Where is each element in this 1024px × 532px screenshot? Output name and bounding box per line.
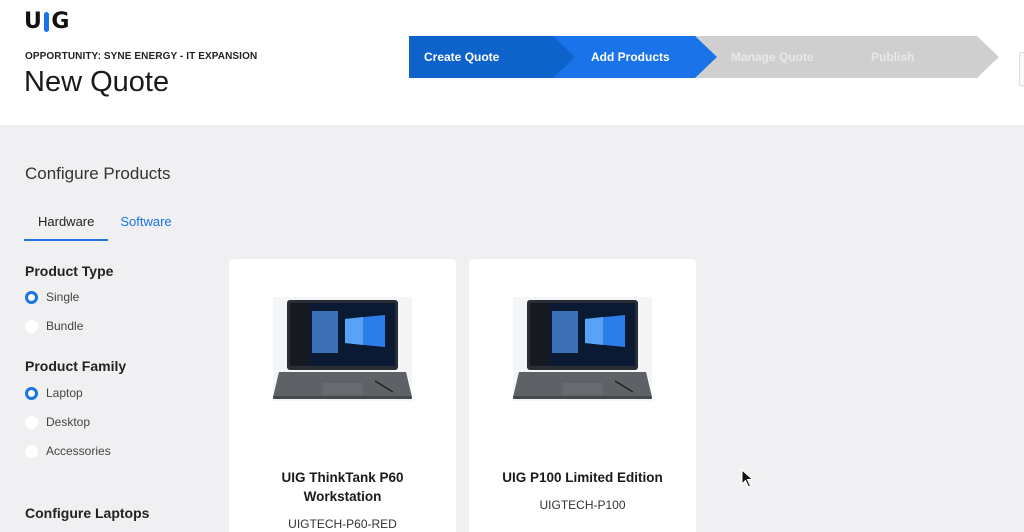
radio-selected-icon[interactable]: [25, 290, 38, 304]
product-category-tabs: Hardware Software: [24, 212, 186, 241]
laptop-image: [513, 297, 652, 401]
radio-single[interactable]: Single: [25, 290, 79, 304]
step-publish[interactable]: Publish: [871, 36, 914, 78]
radio-label: Single: [46, 290, 80, 304]
step-manage-quote[interactable]: Manage Quote: [731, 36, 814, 78]
step-add-products[interactable]: Add Products: [591, 36, 670, 78]
product-name-line1: UIG ThinkTank P60: [281, 470, 404, 485]
mouse-cursor-icon: [741, 469, 754, 488]
tab-hardware[interactable]: Hardware: [24, 212, 109, 241]
configure-laptops-title: Configure Laptops: [25, 505, 150, 521]
product-name-line1: UIG P100 Limited Edition: [502, 470, 663, 485]
product-family-title: Product Family: [25, 358, 127, 374]
opportunity-label: OPPORTUNITY: SYNE ENERGY - IT EXPANSION: [25, 51, 258, 62]
radio-label: Bundle: [46, 319, 84, 333]
radio-accessories[interactable]: Accessories: [25, 444, 111, 458]
page-title: New Quote: [24, 66, 170, 98]
product-name-line2: Workstation: [303, 489, 382, 504]
product-card[interactable]: UIG P100 Limited Edition UIGTECH-P100: [469, 259, 696, 532]
logo-bar: [44, 11, 50, 32]
radio-unselected-icon[interactable]: [25, 444, 38, 458]
radio-unselected-icon[interactable]: [25, 319, 38, 333]
logo-letter-g: G: [51, 9, 70, 34]
product-name: UIG ThinkTank P60 Workstation: [239, 468, 446, 506]
radio-bundle[interactable]: Bundle: [25, 319, 83, 333]
progress-stepper: Create Quote Add Products Manage Quote P…: [409, 36, 999, 78]
tab-software[interactable]: Software: [108, 212, 185, 241]
configure-products-title: Configure Products: [25, 164, 171, 183]
uig-logo[interactable]: U G: [24, 9, 70, 34]
page-header: U G OPPORTUNITY: SYNE ENERGY - IT EXPANS…: [0, 0, 1024, 125]
radio-selected-icon[interactable]: [25, 386, 38, 400]
product-name: UIG P100 Limited Edition: [479, 468, 686, 487]
radio-label: Laptop: [46, 386, 83, 400]
radio-laptop[interactable]: Laptop: [25, 386, 83, 400]
product-type-title: Product Type: [25, 263, 114, 279]
radio-label: Desktop: [46, 415, 91, 429]
logo-letter-u: U: [24, 9, 43, 34]
product-card[interactable]: UIG ThinkTank P60 Workstation UIGTECH-P6…: [229, 259, 456, 532]
side-panel-handle[interactable]: [1019, 52, 1024, 86]
product-sku: UIGTECH-P100: [539, 498, 626, 512]
radio-unselected-icon[interactable]: [25, 415, 38, 429]
laptop-image: [273, 297, 412, 401]
step-create-quote[interactable]: Create Quote: [424, 36, 499, 78]
radio-desktop[interactable]: Desktop: [25, 415, 90, 429]
radio-label: Accessories: [46, 444, 111, 458]
product-sku: UIGTECH-P60-RED: [288, 517, 397, 531]
